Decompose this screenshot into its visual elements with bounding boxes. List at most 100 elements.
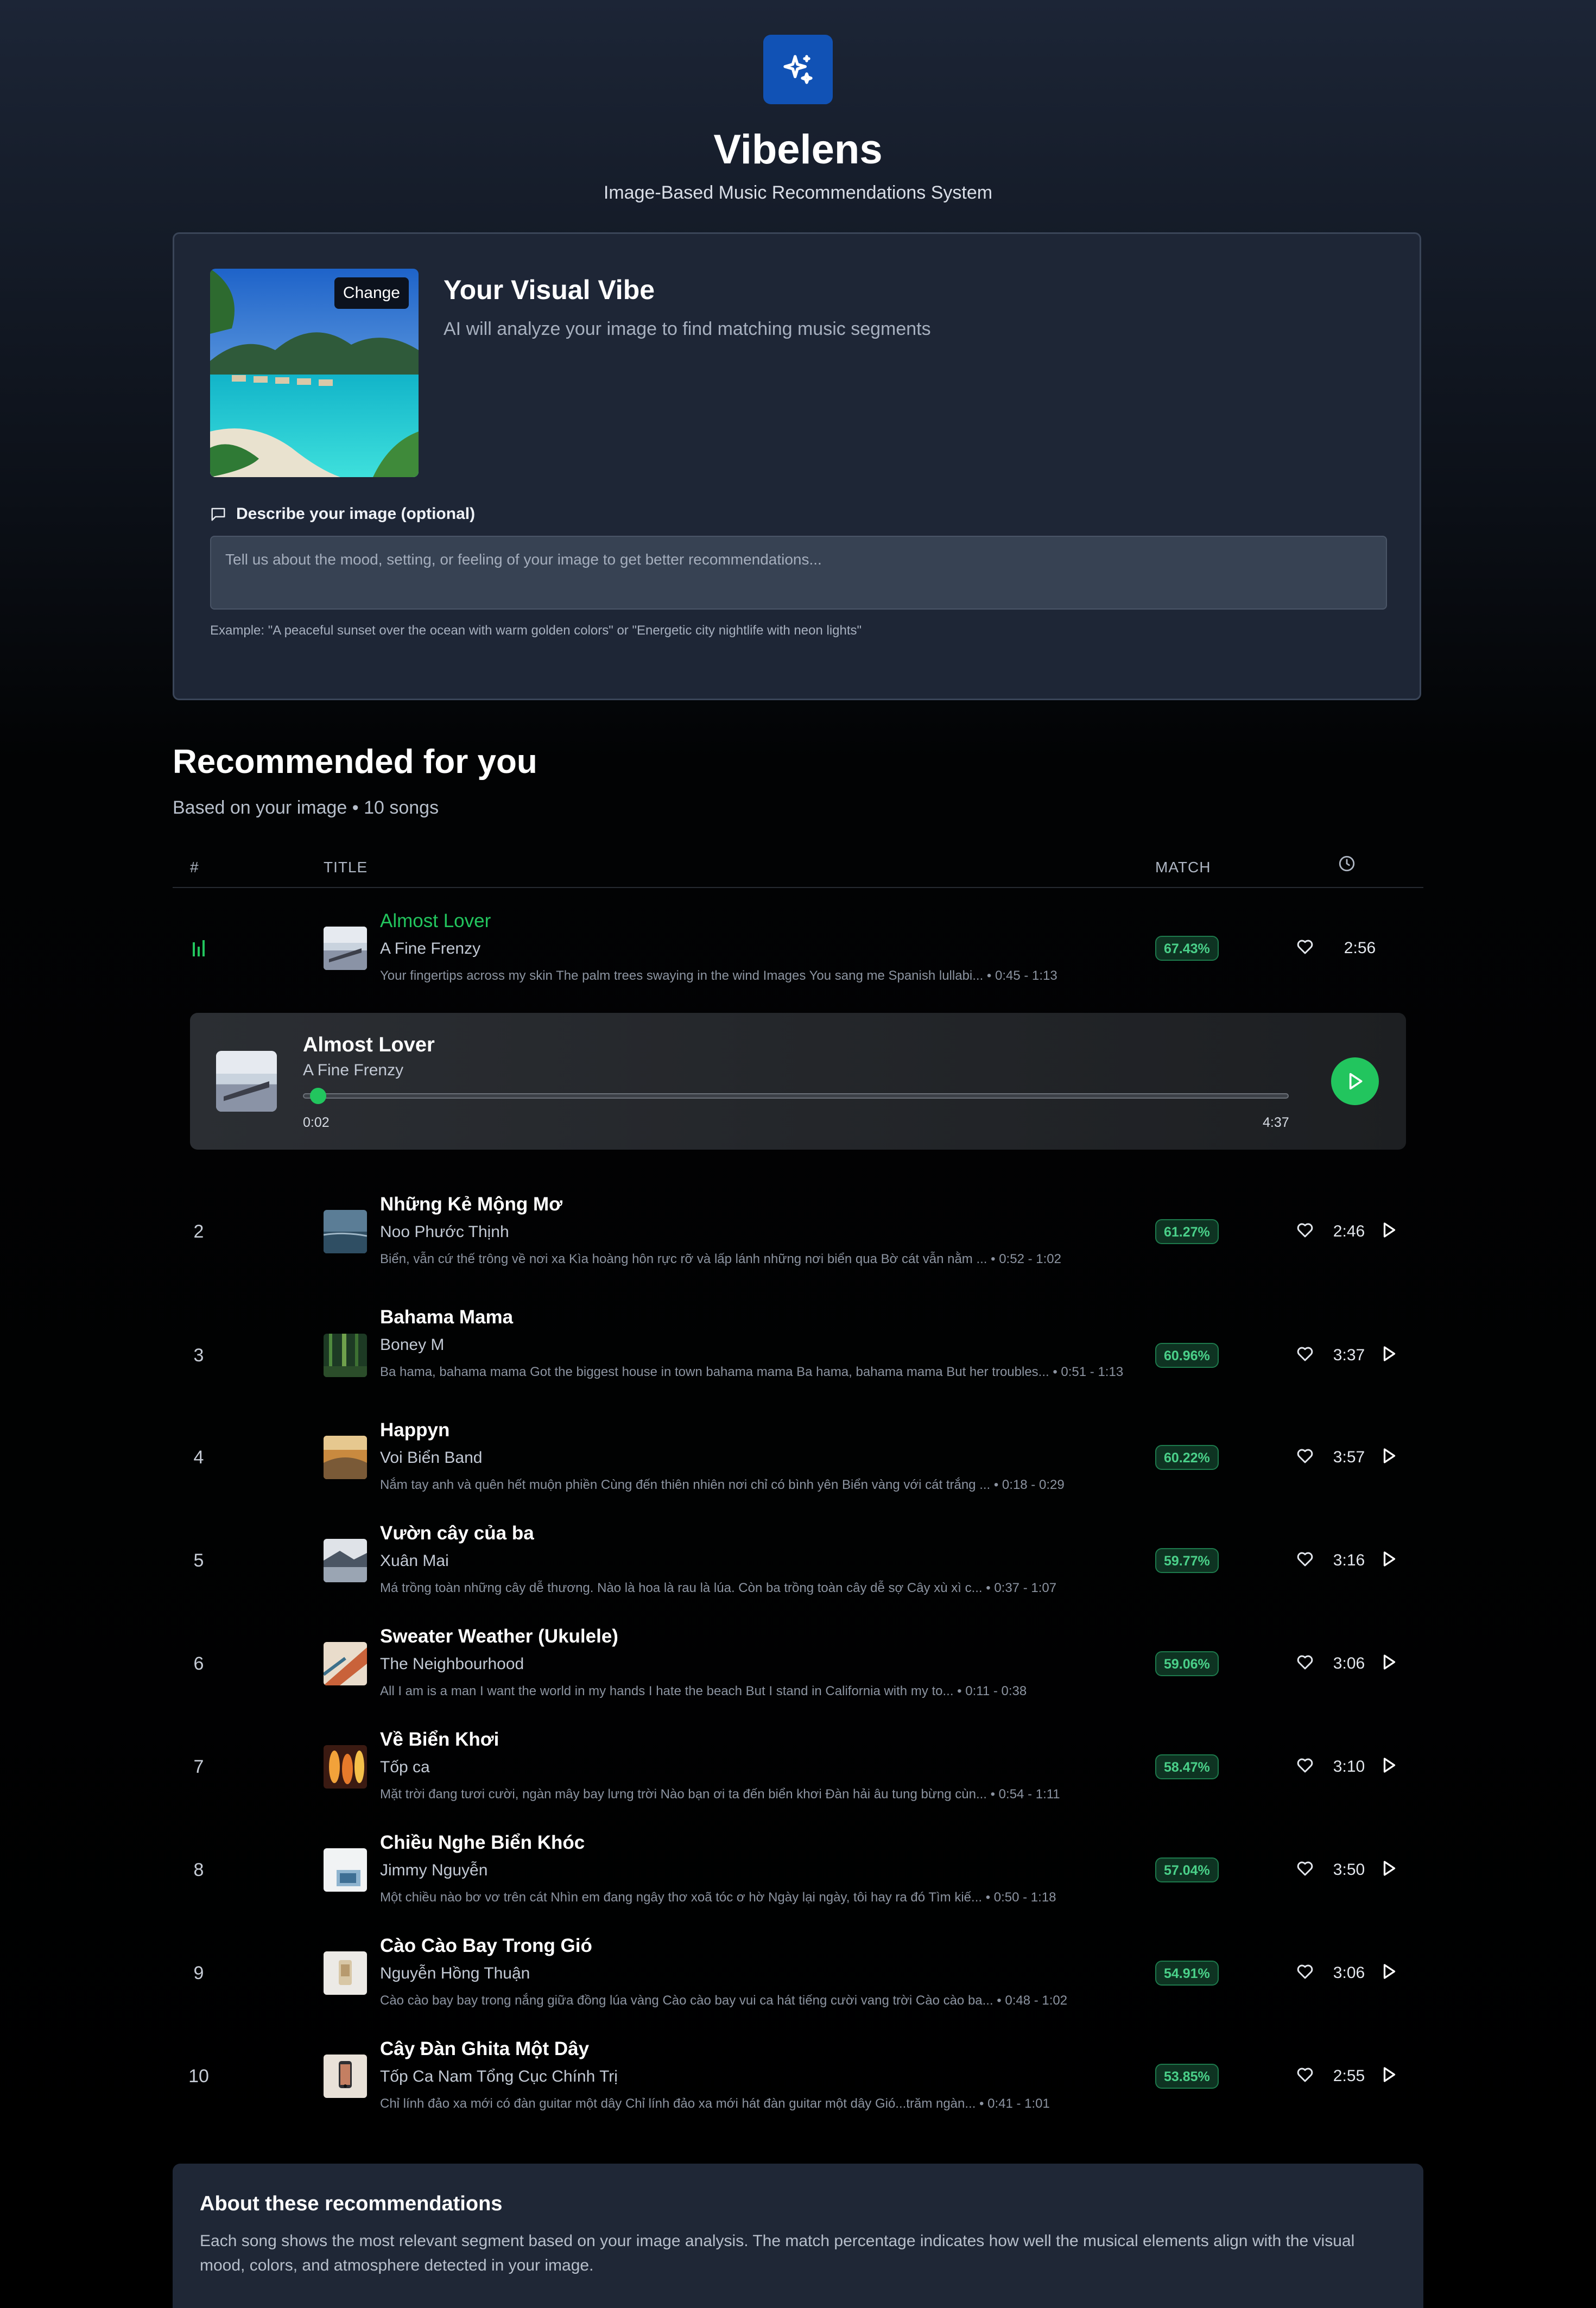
- play-icon: [1383, 1222, 1396, 1238]
- song-artist[interactable]: Nguyễn Hồng Thuận: [380, 1962, 530, 1986]
- song-duration: 3:06: [1333, 1964, 1365, 1982]
- song-row[interactable]: 3 Bahama Mama Boney M Ba hama, bahama mama …: [173, 1298, 1423, 1412]
- now-playing-artwork: [216, 1051, 277, 1112]
- song-play-button[interactable]: [1379, 1446, 1401, 1468]
- song-row[interactable]: 6 Sweater Weather (Ukulele) The Neighbourh…: [173, 1618, 1423, 1710]
- song-artist[interactable]: A Fine Frenzy: [380, 937, 480, 961]
- now-playing-title: Almost Lover: [303, 1033, 435, 1056]
- song-play-button[interactable]: [1379, 1220, 1401, 1242]
- song-artwork: [324, 927, 367, 970]
- match-badge: 54.91%: [1155, 1961, 1219, 1986]
- like-button[interactable]: [1295, 937, 1317, 959]
- song-duration: 3:10: [1333, 1758, 1365, 1776]
- song-artwork: [324, 1642, 367, 1685]
- describe-label-text: Describe your image (optional): [236, 505, 476, 523]
- song-title[interactable]: Về Biển Khơi: [380, 1726, 499, 1753]
- about-recommendations: About these recommendations Each song sh…: [173, 2164, 1423, 2308]
- song-row[interactable]: 9 Cào Cào Bay Trong Gió Nguyễn Hồng Thuận C…: [173, 1927, 1423, 2019]
- like-button[interactable]: [1295, 1220, 1317, 1242]
- song-title[interactable]: Sweater Weather (Ukulele): [380, 1623, 618, 1650]
- play-icon: [1383, 1861, 1396, 1876]
- about-title: About these recommendations: [200, 2192, 503, 2215]
- song-play-button[interactable]: [1379, 1859, 1401, 1880]
- song-title[interactable]: Vườn cây của ba: [380, 1520, 534, 1547]
- song-row[interactable]: 10 Cây Đàn Ghita Một Dây Tốp Ca Nam Tổng C…: [173, 2030, 1423, 2122]
- match-badge: 60.96%: [1155, 1343, 1219, 1368]
- heart-icon: [1297, 2068, 1313, 2082]
- now-playing-player: Almost Lover A Fine Frenzy 0:02 4:37: [190, 1013, 1406, 1150]
- song-play-button[interactable]: [1379, 1344, 1401, 1366]
- progress-slider-handle[interactable]: [309, 1088, 326, 1104]
- song-number: 4: [193, 1447, 204, 1468]
- play-icon: [1383, 1964, 1396, 1979]
- song-play-button[interactable]: [1379, 1549, 1401, 1571]
- song-title[interactable]: Happyn: [380, 1417, 449, 1444]
- song-artist[interactable]: Tốp Ca Nam Tổng Cục Chính Trị: [380, 2065, 618, 2089]
- like-button[interactable]: [1295, 1962, 1317, 1983]
- heart-icon: [1297, 1964, 1313, 1979]
- song-number: 2: [193, 1221, 204, 1242]
- song-artist[interactable]: Xuân Mai: [380, 1549, 449, 1573]
- play-icon: [1349, 1073, 1363, 1090]
- like-button[interactable]: [1295, 2065, 1317, 2087]
- like-button[interactable]: [1295, 1446, 1317, 1468]
- song-play-button[interactable]: [1379, 1962, 1401, 1983]
- song-title[interactable]: Những Kẻ Mộng Mơ: [380, 1191, 562, 1218]
- song-artist[interactable]: Boney M: [380, 1333, 444, 1357]
- song-play-button[interactable]: [1379, 1755, 1401, 1777]
- column-header-match: MATCH: [1155, 859, 1211, 876]
- song-lyrics-segment: Má trồng toàn những cây dễ thương. Nào l…: [380, 1581, 1057, 1595]
- song-artist[interactable]: The Neighbourhood: [380, 1652, 524, 1676]
- song-number: 3: [193, 1345, 204, 1366]
- change-image-button[interactable]: Change: [334, 277, 409, 309]
- song-number: 6: [193, 1653, 204, 1674]
- like-button[interactable]: [1295, 1755, 1317, 1777]
- uploaded-image-preview: Change: [210, 269, 419, 477]
- play-icon: [1383, 1448, 1396, 1463]
- song-title[interactable]: Cây Đàn Ghita Một Dây: [380, 2036, 589, 2063]
- song-duration: 2:55: [1333, 2067, 1365, 2085]
- like-button[interactable]: [1295, 1652, 1317, 1674]
- column-header-number: #: [190, 859, 199, 876]
- song-row[interactable]: 7 Về Biển Khơi Tốp ca Mặt trời đang tươi cư…: [173, 1721, 1423, 1813]
- song-artist[interactable]: Jimmy Nguyễn: [380, 1859, 487, 1882]
- song-play-button[interactable]: [1379, 2065, 1401, 2087]
- heart-icon: [1297, 1347, 1313, 1361]
- song-title[interactable]: Bahama Mama: [380, 1304, 513, 1331]
- player-play-button[interactable]: [1331, 1057, 1379, 1105]
- match-badge: 60.22%: [1155, 1445, 1219, 1470]
- progress-slider[interactable]: [303, 1093, 1289, 1099]
- song-title[interactable]: Cào Cào Bay Trong Gió: [380, 1932, 592, 1960]
- heart-icon: [1297, 1758, 1313, 1773]
- like-button[interactable]: [1295, 1549, 1317, 1571]
- song-lyrics-segment: Cào cào bay bay trong nắng giữa đồng lúa…: [380, 1993, 1068, 2008]
- heart-icon: [1297, 1449, 1313, 1463]
- image-description-input[interactable]: [210, 536, 1387, 610]
- song-row[interactable]: 2 Những Kẻ Mộng Mơ Noo Phước Thịnh Biển, vẫ…: [173, 1185, 1423, 1278]
- song-play-button[interactable]: [1379, 1652, 1401, 1674]
- song-artist[interactable]: Noo Phước Thịnh: [380, 1220, 509, 1244]
- song-artwork: [324, 1334, 367, 1377]
- song-row[interactable]: 8 Chiều Nghe Biển Khóc Jimmy Nguyễn Một chi…: [173, 1824, 1423, 1916]
- visual-vibe-title: Your Visual Vibe: [444, 275, 655, 305]
- song-title[interactable]: Chiều Nghe Biển Khóc: [380, 1829, 585, 1856]
- play-icon: [1383, 2067, 1396, 2082]
- song-row[interactable]: Almost Lover A Fine Frenzy Your fingertips…: [173, 902, 1423, 994]
- song-title[interactable]: Almost Lover: [380, 908, 491, 935]
- song-artist[interactable]: Tốp ca: [380, 1755, 430, 1779]
- song-number: 9: [193, 1962, 204, 1983]
- match-badge: 59.77%: [1155, 1548, 1219, 1573]
- match-badge: 58.47%: [1155, 1754, 1219, 1779]
- song-artist[interactable]: Voi Biển Band: [380, 1446, 482, 1470]
- song-artwork: [324, 1848, 367, 1892]
- like-button[interactable]: [1295, 1859, 1317, 1880]
- sparkles-icon: [783, 55, 813, 84]
- song-lyrics-segment: Chỉ lính đảo xa mới có đàn guitar một dâ…: [380, 2096, 1050, 2111]
- song-artwork: [324, 2055, 367, 2098]
- header-divider: [173, 887, 1423, 888]
- app-subtitle: Image-Based Music Recommendations System: [603, 182, 993, 203]
- heart-icon: [1297, 1655, 1313, 1670]
- song-row[interactable]: 4 Happyn Voi Biển Band Nắm tay anh và quên …: [173, 1411, 1423, 1504]
- like-button[interactable]: [1295, 1344, 1317, 1366]
- song-row[interactable]: 5 Vườn cây của ba Xuân Mai Má trồng toàn nh…: [173, 1514, 1423, 1607]
